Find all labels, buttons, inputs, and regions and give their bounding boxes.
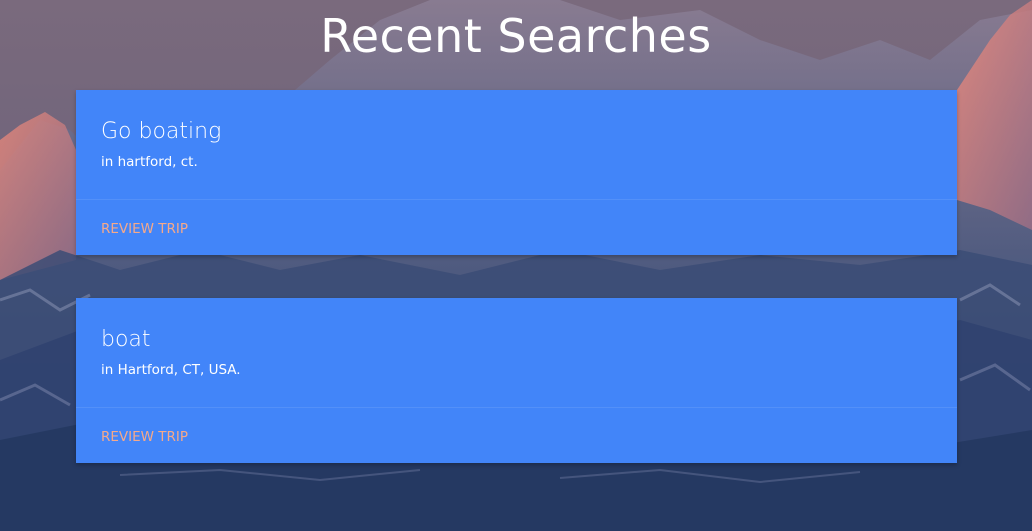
recent-searches-page: Recent Searches Go boating in hartford, … — [0, 0, 1032, 531]
card-action: REVIEW TRIP — [76, 200, 957, 255]
search-location: in hartford, ct. — [101, 154, 198, 170]
search-card: Go boating in hartford, ct. REVIEW TRIP — [76, 90, 957, 255]
page-title: Recent Searches — [320, 9, 712, 63]
search-card: boat in Hartford, CT, USA. REVIEW TRIP — [76, 298, 957, 463]
review-trip-link[interactable]: REVIEW TRIP — [101, 221, 188, 237]
search-location: in Hartford, CT, USA. — [101, 362, 241, 378]
card-action: REVIEW TRIP — [76, 408, 957, 463]
search-title: boat — [101, 327, 151, 352]
search-title: Go boating — [101, 119, 222, 144]
review-trip-link[interactable]: REVIEW TRIP — [101, 429, 188, 445]
card-content: boat in Hartford, CT, USA. — [76, 298, 957, 408]
card-content: Go boating in hartford, ct. — [76, 90, 957, 200]
